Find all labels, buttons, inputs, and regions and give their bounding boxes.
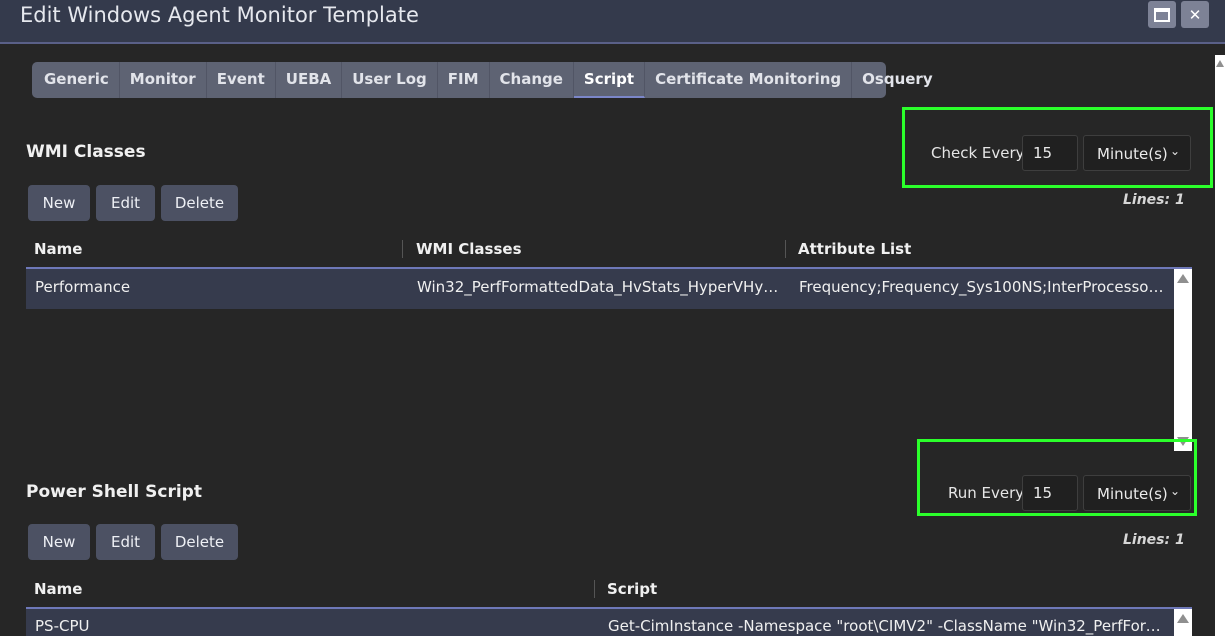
tab-ueba[interactable]: UEBA xyxy=(276,62,343,98)
wmi-col-wmi-classes[interactable]: WMI Classes xyxy=(416,231,522,267)
wmi-col-name[interactable]: Name xyxy=(34,231,82,267)
tab-osquery[interactable]: Osquery xyxy=(852,62,942,98)
close-icon: ✕ xyxy=(1188,5,1202,24)
dialog-titlebar: Edit Windows Agent Monitor Template ✕ xyxy=(0,0,1225,44)
close-button[interactable]: ✕ xyxy=(1181,1,1209,28)
ps-row-script: Get-CimInstance -Namespace "root\CIMV2" … xyxy=(608,617,1168,635)
wmi-delete-button[interactable]: Delete xyxy=(161,185,238,221)
wmi-col-attribute-list[interactable]: Attribute List xyxy=(798,231,911,267)
maximize-button[interactable] xyxy=(1148,1,1176,28)
maximize-icon xyxy=(1154,7,1170,22)
column-divider[interactable] xyxy=(785,240,786,258)
column-divider[interactable] xyxy=(594,580,595,598)
wmi-row-attributes: Frequency;Frequency_Sys100NS;InterProces… xyxy=(799,278,1169,296)
ps-table-scrollbar[interactable] xyxy=(1174,609,1192,636)
scroll-up-icon[interactable] xyxy=(1177,614,1189,623)
tab-bar: Generic Monitor Event UEBA User Log FIM … xyxy=(32,62,933,98)
dialog-scrollbar[interactable] xyxy=(1215,55,1225,636)
tab-monitor[interactable]: Monitor xyxy=(120,62,207,98)
run-interval-input[interactable] xyxy=(1022,475,1078,511)
column-divider[interactable] xyxy=(402,240,403,258)
wmi-edit-button[interactable]: Edit xyxy=(96,185,155,221)
scroll-up-icon[interactable] xyxy=(1177,274,1189,283)
chevron-down-icon: ⌄ xyxy=(1169,144,1180,158)
ps-col-script[interactable]: Script xyxy=(607,571,657,607)
check-interval-input[interactable] xyxy=(1022,135,1078,171)
wmi-lines-count: Lines: 1 xyxy=(1123,192,1185,208)
ps-new-button[interactable]: New xyxy=(28,524,90,560)
tab-change[interactable]: Change xyxy=(490,62,574,98)
check-interval-unit-select[interactable]: Minute(s) ⌄ xyxy=(1083,135,1191,171)
run-interval-unit-value: Minute(s) xyxy=(1097,485,1168,503)
ps-section-title: Power Shell Script xyxy=(26,482,202,502)
ps-lines-count: Lines: 1 xyxy=(1123,532,1185,548)
tab-user-log[interactable]: User Log xyxy=(342,62,438,98)
dialog-title: Edit Windows Agent Monitor Template xyxy=(20,3,419,27)
run-every-label: Run Every xyxy=(948,484,1025,502)
wmi-row-name: Performance xyxy=(35,278,131,296)
check-every-label: Check Every xyxy=(931,144,1025,162)
run-interval-unit-select[interactable]: Minute(s) ⌄ xyxy=(1083,475,1191,511)
wmi-table-scrollbar[interactable] xyxy=(1174,269,1192,451)
tab-script[interactable]: Script xyxy=(573,62,646,98)
ps-edit-button[interactable]: Edit xyxy=(96,524,155,560)
check-interval-unit-value: Minute(s) xyxy=(1097,145,1168,163)
table-row[interactable]: Performance Win32_PerfFormattedData_HvSt… xyxy=(26,269,1174,309)
scroll-up-arrow-icon[interactable] xyxy=(1216,60,1224,67)
wmi-row-class: Win32_PerfFormattedData_HvStats_HyperVHy… xyxy=(417,278,787,296)
ps-row-name: PS-CPU xyxy=(35,617,90,635)
tab-certificate-monitoring[interactable]: Certificate Monitoring xyxy=(645,62,853,98)
table-row[interactable]: PS-CPU Get-CimInstance -Namespace "root\… xyxy=(26,609,1174,636)
tab-fim[interactable]: FIM xyxy=(438,62,490,98)
tab-event[interactable]: Event xyxy=(207,62,276,98)
wmi-section-title: WMI Classes xyxy=(26,142,146,162)
wmi-new-button[interactable]: New xyxy=(28,185,90,221)
ps-col-name[interactable]: Name xyxy=(34,571,82,607)
ps-delete-button[interactable]: Delete xyxy=(161,524,238,560)
chevron-down-icon: ⌄ xyxy=(1169,484,1180,498)
tab-generic[interactable]: Generic xyxy=(34,62,120,98)
